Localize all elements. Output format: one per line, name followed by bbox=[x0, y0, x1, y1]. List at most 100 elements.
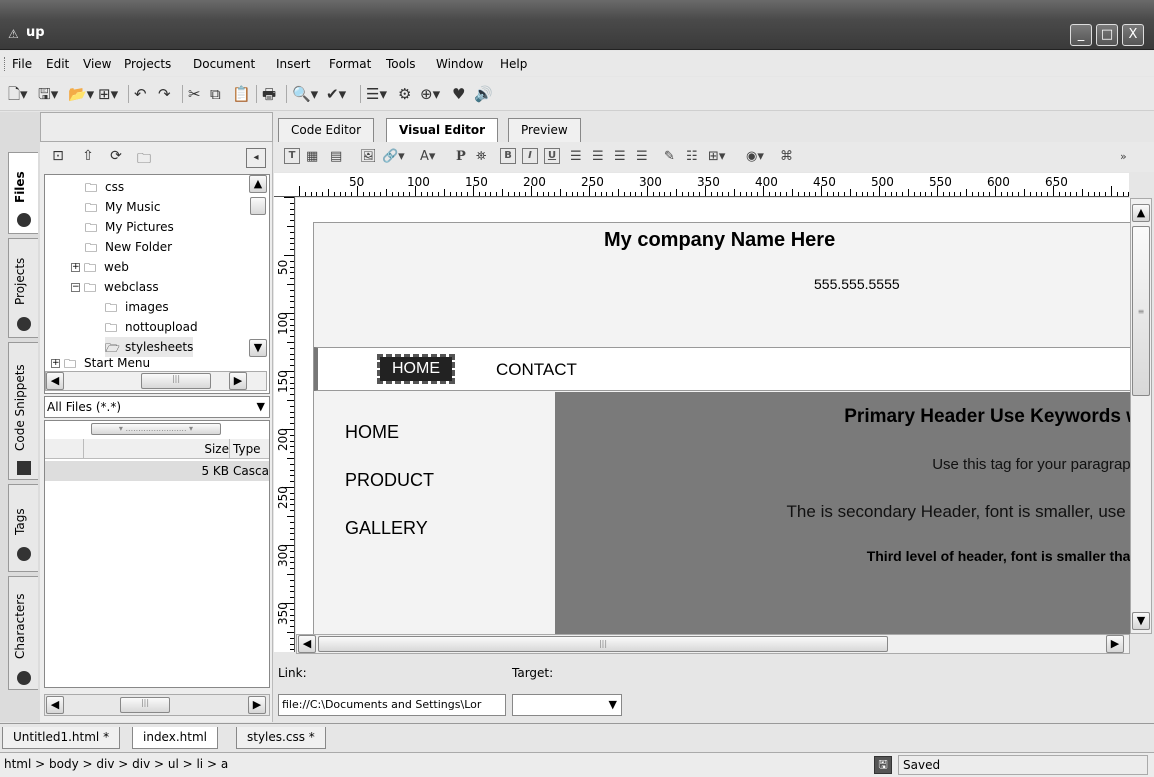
file-row[interactable]: 5 KB Casca bbox=[45, 461, 269, 481]
page-icon[interactable]: ▤ bbox=[330, 147, 342, 167]
image-icon[interactable]: 🖼 bbox=[360, 147, 377, 167]
align-center-icon[interactable]: ☰ bbox=[592, 147, 604, 167]
menu-view[interactable]: View bbox=[83, 57, 111, 71]
visual-editor-canvas[interactable]: My company Name Here 555.555.5555 HOME C… bbox=[296, 198, 1130, 634]
tree-item-new-folder[interactable]: 🗀 New Folder bbox=[85, 237, 172, 257]
cut-icon[interactable]: ✂ bbox=[188, 84, 201, 104]
target-select[interactable]: ▼ bbox=[512, 694, 622, 716]
color-icon[interactable]: ◉▾ bbox=[746, 147, 764, 167]
menu-window[interactable]: Window bbox=[436, 57, 483, 71]
primary-header[interactable]: Primary Header Use Keywords w bbox=[844, 406, 1130, 428]
side-tab-tags[interactable]: Tags bbox=[8, 484, 38, 572]
tree-item-start-menu[interactable]: + 🗀 Start Menu bbox=[51, 357, 150, 369]
list-icon[interactable]: ☷ bbox=[686, 147, 698, 167]
tree-hscroll-thumb[interactable]: ||| bbox=[141, 373, 211, 389]
tree-item-nottoupload[interactable]: 🗀 nottoupload bbox=[105, 317, 198, 337]
side-tab-code-snippets[interactable]: Code Snippets bbox=[8, 342, 38, 480]
bold-icon[interactable]: B bbox=[500, 148, 516, 164]
paste-icon[interactable]: 📋 bbox=[232, 84, 251, 104]
tree-scroll-up[interactable]: ▲ bbox=[249, 175, 267, 193]
files-hscroll-thumb[interactable]: ||| bbox=[120, 697, 170, 713]
validate-icon[interactable]: ☰▾ bbox=[366, 84, 387, 104]
font-size-icon[interactable]: A▾ bbox=[420, 147, 435, 167]
paragraph-icon[interactable]: P bbox=[456, 147, 466, 167]
redo-icon[interactable]: ↷ bbox=[158, 84, 171, 104]
menu-help[interactable]: Help bbox=[500, 57, 527, 71]
menu-edit[interactable]: Edit bbox=[46, 57, 69, 71]
speaker-icon[interactable]: 🔊 bbox=[474, 84, 493, 104]
secondary-header[interactable]: The is secondary Header, font is smaller… bbox=[787, 502, 1130, 522]
menu-document[interactable]: Document bbox=[193, 57, 255, 71]
save-icon[interactable]: 🖫▾ bbox=[38, 84, 58, 104]
open-icon[interactable]: 📂▾ bbox=[68, 84, 94, 104]
tree-scroll-down[interactable]: ▼ bbox=[249, 339, 267, 357]
canvas-scroll-right[interactable]: ▶ bbox=[1106, 635, 1124, 653]
company-name[interactable]: My company Name Here bbox=[314, 229, 1130, 252]
tree-item-my-pictures[interactable]: 🗀 My Pictures bbox=[85, 217, 174, 237]
link-icon[interactable]: 🔗▾ bbox=[382, 147, 405, 167]
files-scroll-right[interactable]: ▶ bbox=[248, 696, 266, 714]
file-filter-select[interactable]: All Files (*.*) ▼ bbox=[44, 396, 270, 418]
column-chooser[interactable]: ▾ ........................ ▾ bbox=[91, 423, 221, 435]
canvas-scroll-up[interactable]: ▲ bbox=[1132, 204, 1150, 222]
side-nav-home[interactable]: HOME bbox=[345, 422, 399, 443]
nav-contact[interactable]: CONTACT bbox=[496, 360, 577, 380]
side-tab-files[interactable]: Files bbox=[8, 152, 38, 234]
italic-icon[interactable]: I bbox=[522, 148, 538, 164]
browser-icon[interactable]: ⊕▾ bbox=[420, 84, 440, 104]
tab-code-editor[interactable]: Code Editor bbox=[278, 118, 375, 142]
side-tab-characters[interactable]: Characters bbox=[8, 576, 38, 690]
tree-item-web[interactable]: + 🗀 web bbox=[71, 257, 129, 277]
doc-tab-styles[interactable]: styles.css * bbox=[236, 727, 326, 749]
upload-icon[interactable]: ⇧ bbox=[78, 148, 98, 168]
new-file-icon[interactable]: 🗋▾ bbox=[8, 84, 28, 104]
underline-icon[interactable]: U bbox=[544, 148, 560, 164]
table-icon[interactable]: ⊞▾ bbox=[708, 147, 725, 167]
side-tab-projects[interactable]: Projects bbox=[8, 238, 38, 338]
file-list[interactable]: ▾ ........................ ▾ Size Type 5… bbox=[44, 420, 270, 688]
third-header[interactable]: Third level of header, font is smaller t… bbox=[867, 548, 1130, 564]
menu-format[interactable]: Format bbox=[329, 57, 371, 71]
side-nav-product[interactable]: PRODUCT bbox=[345, 470, 434, 491]
tab-preview[interactable]: Preview bbox=[508, 118, 581, 142]
favorite-icon[interactable]: ♥ bbox=[452, 84, 465, 104]
paragraph-text[interactable]: Use this tag for your paragraph bbox=[932, 456, 1130, 473]
site-icon[interactable]: ⊡ bbox=[48, 148, 68, 168]
toolbar-overflow-icon[interactable]: » bbox=[1120, 147, 1127, 167]
align-left-icon[interactable]: ☰ bbox=[570, 147, 582, 167]
tree-item-images[interactable]: 🗀 images bbox=[105, 297, 169, 317]
undo-icon[interactable]: ↶ bbox=[134, 84, 147, 104]
folder-icon[interactable]: 🗀 bbox=[134, 148, 154, 168]
menu-file[interactable]: File bbox=[12, 57, 32, 71]
text-mode-icon[interactable]: T bbox=[284, 148, 300, 164]
files-scroll-left[interactable]: ◀ bbox=[46, 696, 64, 714]
canvas-scroll-down[interactable]: ▼ bbox=[1132, 612, 1150, 630]
tree-scroll-left[interactable]: ◀ bbox=[46, 372, 64, 390]
style-icon[interactable]: ⛯ bbox=[476, 147, 486, 167]
menu-insert[interactable]: Insert bbox=[276, 57, 310, 71]
doc-tab-untitled1[interactable]: Untitled1.html * bbox=[2, 727, 121, 749]
menu-projects[interactable]: Projects bbox=[124, 57, 171, 71]
expand-icon[interactable]: + bbox=[71, 263, 80, 272]
justify-icon[interactable]: ☰ bbox=[636, 147, 648, 167]
nav-home-selected[interactable]: HOME bbox=[377, 354, 455, 384]
close-button[interactable]: X bbox=[1122, 24, 1144, 46]
column-size[interactable]: Size bbox=[204, 442, 229, 456]
tree-item-css[interactable]: 🗀 css bbox=[85, 177, 124, 197]
align-right-icon[interactable]: ☰ bbox=[614, 147, 626, 167]
print-icon[interactable]: 🖶 bbox=[262, 84, 276, 104]
link-input[interactable]: file://C:\Documents and Settings\Lor bbox=[278, 694, 506, 716]
refresh-icon[interactable]: ⟳ bbox=[106, 148, 126, 168]
expand-icon[interactable]: + bbox=[51, 359, 60, 368]
copy-icon[interactable]: ⧉ bbox=[210, 84, 221, 104]
highlight-icon[interactable]: ✎ bbox=[664, 147, 675, 167]
import-icon[interactable]: ⊞▾ bbox=[98, 84, 118, 104]
find-icon[interactable]: 🔍▾ bbox=[292, 84, 318, 104]
tree-scroll-thumb[interactable] bbox=[250, 197, 266, 215]
canvas-hscroll-thumb[interactable]: ||| bbox=[318, 636, 888, 652]
company-phone[interactable]: 555.555.5555 bbox=[814, 276, 900, 292]
form-icon[interactable]: ▦ bbox=[306, 147, 318, 167]
column-type[interactable]: Type bbox=[233, 442, 261, 456]
side-nav-gallery[interactable]: GALLERY bbox=[345, 518, 428, 539]
tree-item-my-music[interactable]: 🗀 My Music bbox=[85, 197, 160, 217]
